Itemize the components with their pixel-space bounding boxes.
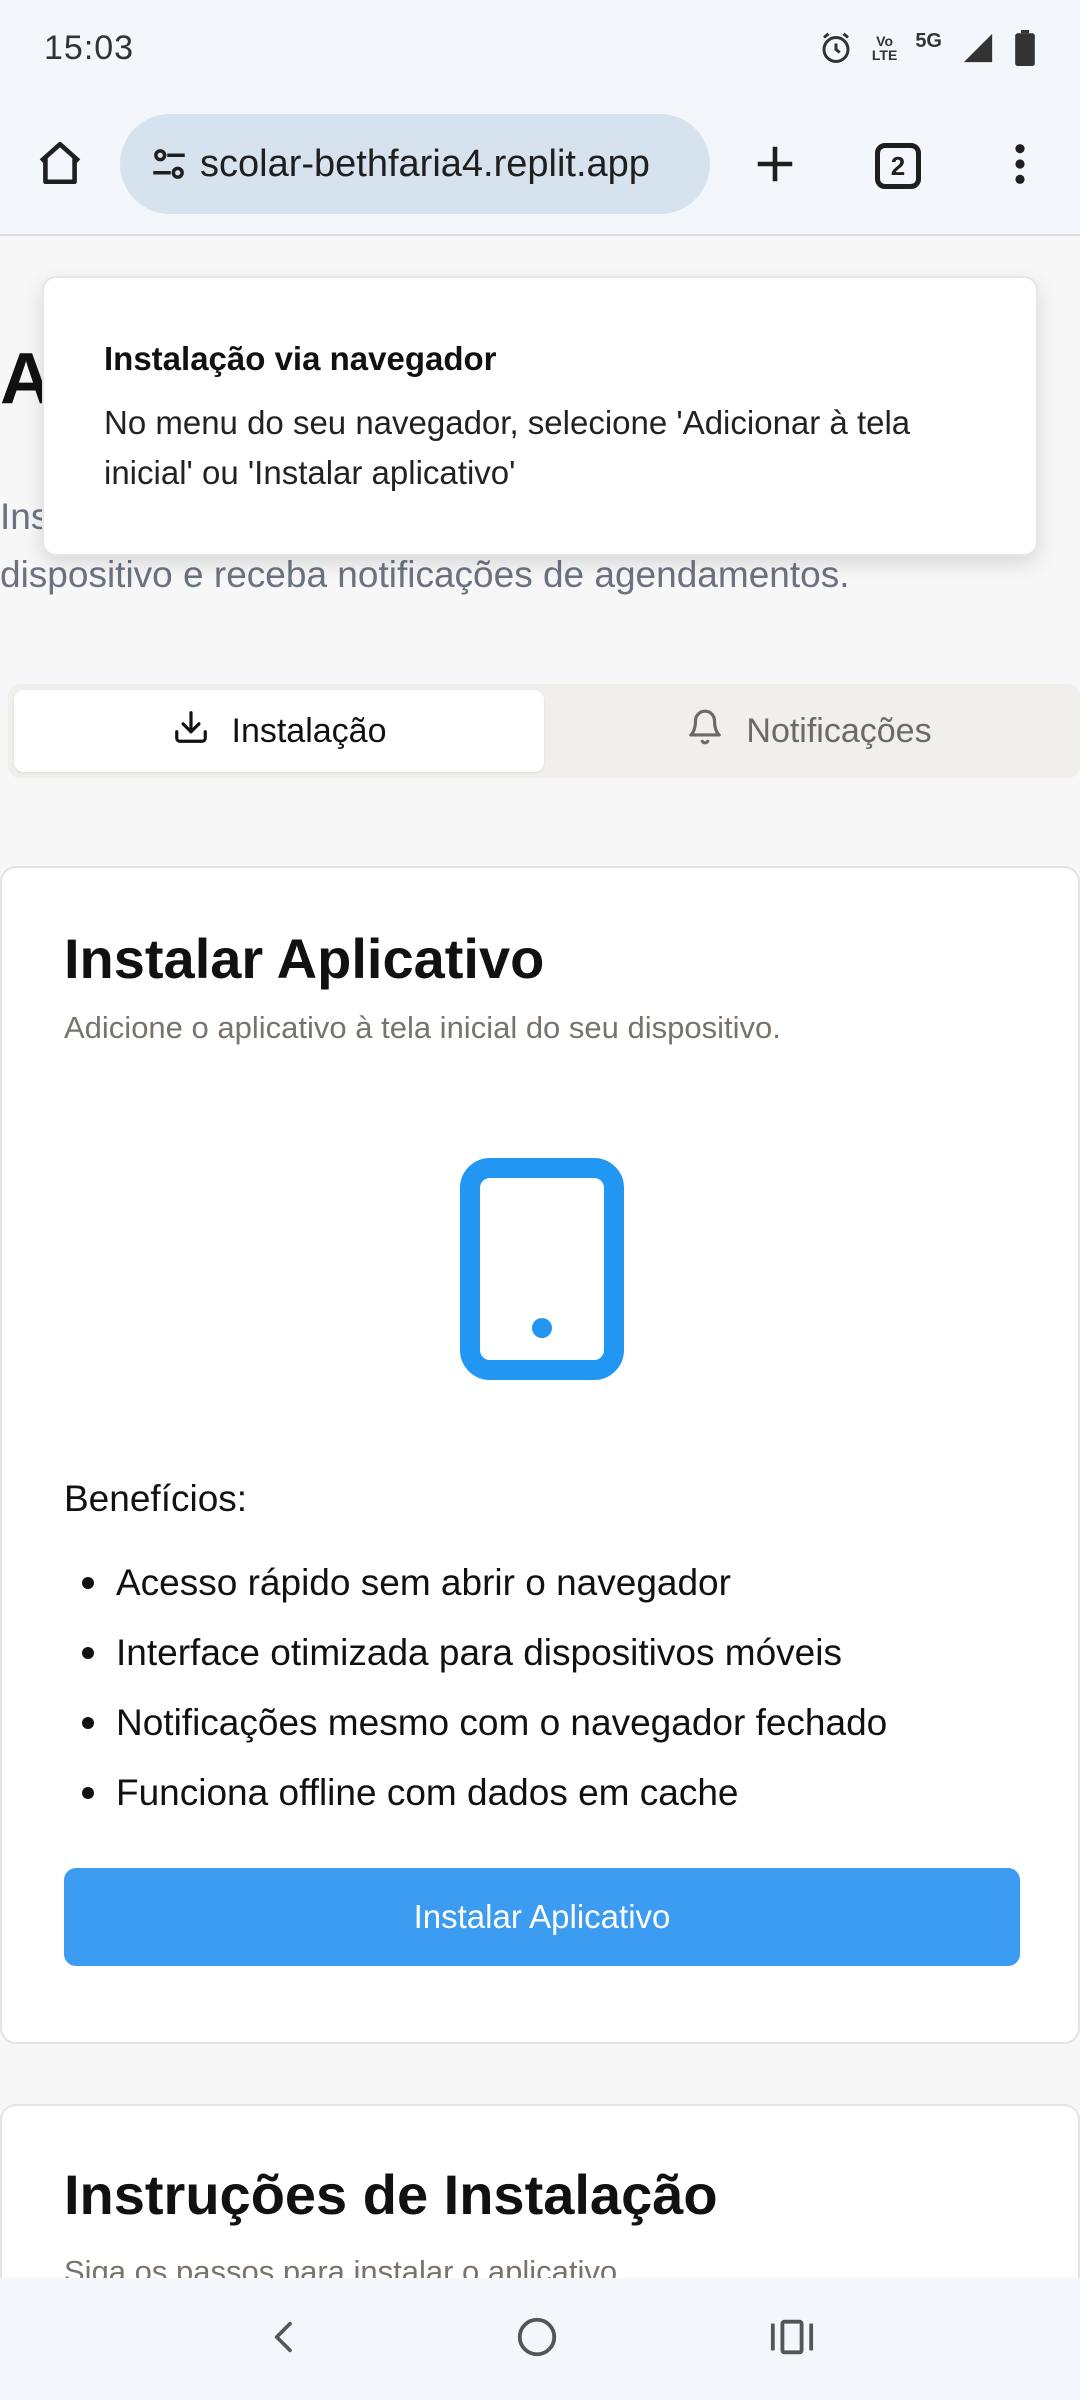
new-tab-button[interactable] — [715, 106, 835, 226]
benefit-item: Funciona offline com dados em cache — [64, 1758, 887, 1828]
screen: 15:03 Vo LTE 5G scolar-bethfaria4.replit… — [0, 0, 1080, 2400]
toast-message: No menu do seu navegador, selecione 'Adi… — [104, 404, 911, 491]
download-icon — [172, 708, 210, 755]
tab-installation-label: Instalação — [231, 711, 387, 750]
benefit-text: Interface otimizada para dispositivos mó… — [116, 1632, 842, 1673]
tab-switcher-icon: 2 — [875, 143, 921, 189]
status-bar: 15:03 Vo LTE 5G — [0, 0, 1080, 96]
volte-bottom-label: LTE — [871, 47, 898, 63]
instructions-card-title: Instruções de Instalação — [64, 2163, 718, 2226]
install-card-subtitle: Adicione o aplicativo à tela inicial do … — [64, 1010, 781, 1045]
install-card-title: Instalar Aplicativo — [64, 927, 545, 990]
toast-title: Instalação via navegador — [104, 340, 497, 377]
network-type-label: 5G — [915, 29, 942, 52]
tab-switcher-button[interactable]: 2 — [838, 106, 958, 226]
bullet-icon — [82, 1577, 94, 1589]
benefit-text: Acesso rápido sem abrir o navegador — [116, 1562, 731, 1603]
tab-notifications[interactable]: Notificações — [544, 690, 1074, 772]
tab-installation[interactable]: Instalação — [14, 690, 544, 772]
battery-icon — [1014, 30, 1036, 66]
benefits-list: Acesso rápido sem abrir o navegador Inte… — [64, 1548, 887, 1828]
bullet-icon — [82, 1717, 94, 1729]
status-time: 15:03 — [44, 28, 135, 67]
smartphone-icon — [460, 1158, 624, 1385]
install-card: Instalar Aplicativo Adicione o aplicativ… — [0, 866, 1080, 2044]
tab-list: Instalação Notificações — [8, 684, 1080, 778]
instructions-card: Instruções de Instalação Siga os passos … — [0, 2104, 1080, 2278]
home-circle-icon[interactable] — [514, 2314, 560, 2365]
benefit-item: Interface otimizada para dispositivos mó… — [64, 1618, 887, 1688]
url-text: scolar-bethfaria4.replit.app — [200, 142, 650, 185]
new-tab-icon — [752, 141, 798, 192]
alarm-icon — [818, 30, 854, 66]
page-content: A Ins dispositivo e receba notificações … — [0, 238, 1080, 2278]
browser-toolbar: scolar-bethfaria4.replit.app 2 — [0, 96, 1080, 236]
home-button[interactable] — [0, 105, 120, 225]
overflow-menu-icon — [1013, 141, 1027, 192]
address-bar[interactable]: scolar-bethfaria4.replit.app — [120, 114, 710, 214]
signal-icon — [960, 31, 996, 65]
status-icons: Vo LTE 5G — [818, 30, 1036, 66]
benefit-text: Notificações mesmo com o navegador fecha… — [116, 1702, 888, 1743]
home-icon — [35, 138, 85, 193]
back-icon[interactable] — [265, 2315, 305, 2364]
bell-icon — [686, 708, 724, 755]
volte-icon: Vo LTE — [872, 34, 897, 62]
system-nav-bar — [0, 2278, 1080, 2400]
bullet-icon — [82, 1647, 94, 1659]
instructions-card-subtitle: Siga os passos para instalar o aplicativ… — [64, 2254, 626, 2278]
site-settings-icon[interactable] — [120, 143, 200, 185]
bullet-icon — [82, 1787, 94, 1799]
install-toast: Instalação via navegador No menu do seu … — [42, 276, 1038, 556]
install-app-button[interactable]: Instalar Aplicativo — [64, 1868, 1020, 1966]
volte-top-label: Vo — [876, 33, 894, 49]
tab-notifications-label: Notificações — [746, 711, 932, 750]
benefit-item: Notificações mesmo com o navegador fecha… — [64, 1688, 887, 1758]
overflow-menu-button[interactable] — [960, 106, 1080, 226]
benefits-title: Benefícios: — [64, 1478, 248, 1519]
benefit-item: Acesso rápido sem abrir o navegador — [64, 1548, 887, 1618]
benefit-text: Funciona offline com dados em cache — [116, 1772, 739, 1813]
recents-icon[interactable] — [769, 2317, 815, 2362]
